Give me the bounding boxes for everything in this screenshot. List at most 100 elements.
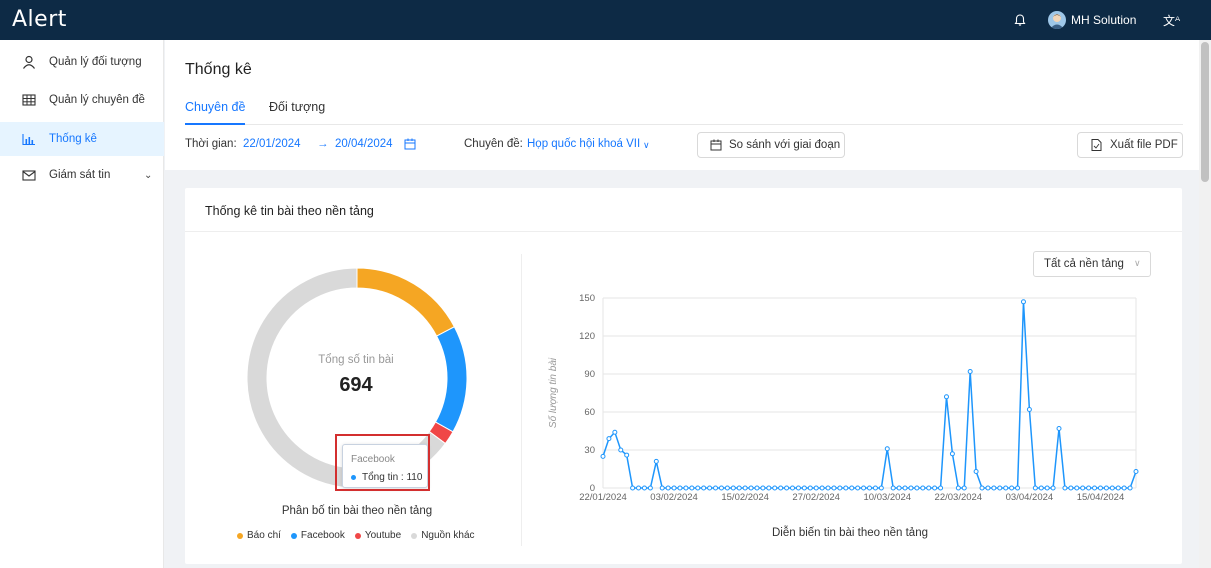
data-point[interactable] (606, 436, 612, 442)
data-point[interactable] (926, 485, 932, 491)
data-point[interactable] (979, 485, 985, 491)
scrollbar[interactable] (1199, 40, 1211, 568)
data-point[interactable] (801, 485, 807, 491)
data-point[interactable] (985, 485, 991, 491)
data-point[interactable] (754, 485, 760, 491)
data-point[interactable] (718, 485, 724, 491)
chevron-down-icon[interactable]: ∨ (643, 140, 650, 151)
platform-select[interactable]: Tất cả nền tảng ∨ (1033, 251, 1151, 277)
data-point[interactable] (630, 485, 636, 491)
data-point[interactable] (1092, 485, 1098, 491)
data-point[interactable] (713, 485, 719, 491)
data-point[interactable] (908, 485, 914, 491)
data-point[interactable] (1026, 406, 1032, 412)
data-point[interactable] (1038, 485, 1044, 491)
slice-bao-chi[interactable] (356, 267, 456, 337)
export-pdf-button[interactable]: Xuất file PDF (1077, 132, 1183, 158)
data-point[interactable] (813, 485, 819, 491)
data-point[interactable] (653, 458, 659, 464)
data-point[interactable] (949, 451, 955, 457)
data-point[interactable] (748, 485, 754, 491)
data-point[interactable] (1080, 485, 1086, 491)
data-point[interactable] (790, 485, 796, 491)
data-point[interactable] (878, 485, 884, 491)
sidebar-item-topics[interactable]: Quản lý chuyên đề (0, 83, 164, 117)
data-point[interactable] (991, 485, 997, 491)
compare-period-button[interactable]: So sánh với giai đoạn (697, 132, 845, 158)
user-name[interactable]: MH Solution (1071, 13, 1136, 27)
data-point[interactable] (855, 485, 861, 491)
data-point[interactable] (730, 485, 736, 491)
data-point[interactable] (938, 485, 944, 491)
data-point[interactable] (1074, 485, 1080, 491)
data-point[interactable] (932, 485, 938, 491)
data-point[interactable] (819, 485, 825, 491)
data-point[interactable] (872, 485, 878, 491)
chevron-down-icon[interactable]: ⌄ (144, 170, 152, 181)
data-point[interactable] (707, 485, 713, 491)
tab-topics[interactable]: Chuyên đề (185, 100, 245, 114)
data-point[interactable] (689, 485, 695, 491)
data-point[interactable] (772, 485, 778, 491)
data-point[interactable] (1103, 485, 1109, 491)
app-logo[interactable]: Alert (12, 7, 67, 32)
sidebar-item-objects[interactable]: Quản lý đối tượng (0, 45, 164, 79)
data-point[interactable] (1068, 485, 1074, 491)
data-point[interactable] (831, 485, 837, 491)
data-point[interactable] (825, 485, 831, 491)
data-point[interactable] (1086, 485, 1092, 491)
data-point[interactable] (636, 485, 642, 491)
data-point[interactable] (890, 485, 896, 491)
data-point[interactable] (683, 485, 689, 491)
data-point[interactable] (896, 485, 902, 491)
data-point[interactable] (943, 394, 949, 400)
data-point[interactable] (724, 485, 730, 491)
data-point[interactable] (1109, 485, 1115, 491)
data-point[interactable] (1020, 299, 1026, 305)
data-point[interactable] (837, 485, 843, 491)
avatar[interactable] (1048, 11, 1066, 29)
data-point[interactable] (902, 485, 908, 491)
scrollbar-thumb[interactable] (1201, 42, 1209, 182)
date-to-input[interactable]: 20/04/2024 (335, 138, 393, 150)
bell-icon[interactable] (1013, 13, 1027, 27)
data-point[interactable] (884, 446, 890, 452)
data-point[interactable] (695, 485, 701, 491)
data-point[interactable] (807, 485, 813, 491)
data-point[interactable] (1127, 485, 1133, 491)
data-point[interactable] (742, 485, 748, 491)
data-point[interactable] (1015, 485, 1021, 491)
date-from-input[interactable]: 22/01/2024 (243, 138, 301, 150)
data-point[interactable] (1044, 485, 1050, 491)
data-point[interactable] (736, 485, 742, 491)
slice-facebook[interactable] (434, 326, 468, 433)
data-point[interactable] (849, 485, 855, 491)
data-point[interactable] (997, 485, 1003, 491)
data-point[interactable] (1097, 485, 1103, 491)
translate-icon[interactable]: 文ᴬ (1163, 12, 1180, 29)
topic-select[interactable]: Họp quốc hội khoá VII (527, 138, 640, 150)
data-point[interactable] (600, 453, 606, 459)
data-point[interactable] (861, 485, 867, 491)
data-point[interactable] (618, 447, 624, 453)
data-point[interactable] (1062, 485, 1068, 491)
data-point[interactable] (961, 485, 967, 491)
data-point[interactable] (647, 485, 653, 491)
data-point[interactable] (967, 368, 973, 374)
data-point[interactable] (973, 469, 979, 475)
tab-objects[interactable]: Đối tượng (269, 100, 325, 114)
data-point[interactable] (1133, 469, 1139, 475)
data-point[interactable] (671, 485, 677, 491)
data-point[interactable] (1121, 485, 1127, 491)
data-point[interactable] (920, 485, 926, 491)
data-point[interactable] (914, 485, 920, 491)
data-point[interactable] (641, 485, 647, 491)
data-point[interactable] (1115, 485, 1121, 491)
data-point[interactable] (624, 452, 630, 458)
legend-item-youtube[interactable]: Youtube (354, 530, 401, 541)
calendar-icon[interactable] (404, 138, 416, 150)
data-point[interactable] (1050, 485, 1056, 491)
data-point[interactable] (778, 485, 784, 491)
data-point[interactable] (701, 485, 707, 491)
sidebar-item-monitoring[interactable]: Giám sát tin ⌄ (0, 158, 164, 192)
